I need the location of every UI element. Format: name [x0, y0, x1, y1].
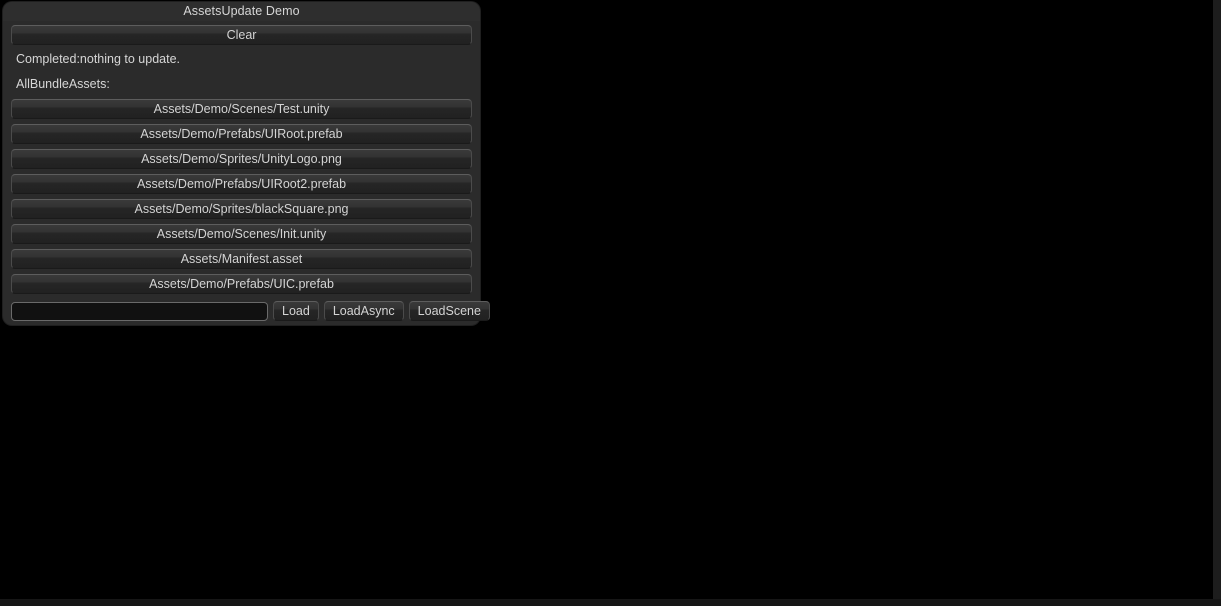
- list-item: Assets/Demo/Prefabs/UIRoot.prefab: [11, 124, 472, 144]
- asset-button[interactable]: Assets/Manifest.asset: [11, 249, 472, 269]
- load-button[interactable]: Load: [273, 301, 319, 321]
- asset-button[interactable]: Assets/Demo/Prefabs/UIRoot2.prefab: [11, 174, 472, 194]
- asset-button[interactable]: Assets/Demo/Prefabs/UIC.prefab: [11, 274, 472, 294]
- window-body: Clear Completed:nothing to update. AllBu…: [3, 21, 490, 321]
- page-title: AssetsUpdate Demo: [183, 4, 300, 18]
- list-item: Assets/Demo/Scenes/Test.unity: [11, 99, 472, 119]
- status-message: Completed:nothing to update.: [16, 52, 181, 66]
- list-item: Assets/Demo/Scenes/Init.unity: [11, 224, 472, 244]
- load-scene-button[interactable]: LoadScene: [408, 301, 490, 321]
- app-viewport: AssetsUpdate Demo Clear Completed:nothin…: [0, 0, 1221, 606]
- asset-button[interactable]: Assets/Demo/Prefabs/UIRoot.prefab: [11, 124, 472, 144]
- asset-list: Assets/Demo/Scenes/Test.unity Assets/Dem…: [11, 99, 472, 294]
- load-async-button[interactable]: LoadAsync: [323, 301, 404, 321]
- window-title-bar: AssetsUpdate Demo: [3, 2, 480, 21]
- asset-path-input[interactable]: [11, 301, 268, 321]
- list-item: Assets/Demo/Prefabs/UIRoot2.prefab: [11, 174, 472, 194]
- list-item: Assets/Demo/Sprites/UnityLogo.png: [11, 149, 472, 169]
- right-edge-strip: [1213, 0, 1221, 606]
- asset-button[interactable]: Assets/Demo/Sprites/UnityLogo.png: [11, 149, 472, 169]
- asset-button[interactable]: Assets/Demo/Scenes/Test.unity: [11, 99, 472, 119]
- asset-button[interactable]: Assets/Demo/Sprites/blackSquare.png: [11, 199, 472, 219]
- list-item: Assets/Demo/Prefabs/UIC.prefab: [11, 274, 472, 294]
- assets-update-demo-window: AssetsUpdate Demo Clear Completed:nothin…: [3, 2, 490, 325]
- list-item: Assets/Demo/Sprites/blackSquare.png: [11, 199, 472, 219]
- bottom-edge-strip: [0, 599, 1221, 606]
- list-item: Assets/Manifest.asset: [11, 249, 472, 269]
- all-bundle-assets-label: AllBundleAssets:: [16, 77, 110, 91]
- asset-button[interactable]: Assets/Demo/Scenes/Init.unity: [11, 224, 472, 244]
- action-bar: Load LoadAsync LoadScene: [11, 301, 490, 321]
- clear-button[interactable]: Clear: [11, 25, 472, 45]
